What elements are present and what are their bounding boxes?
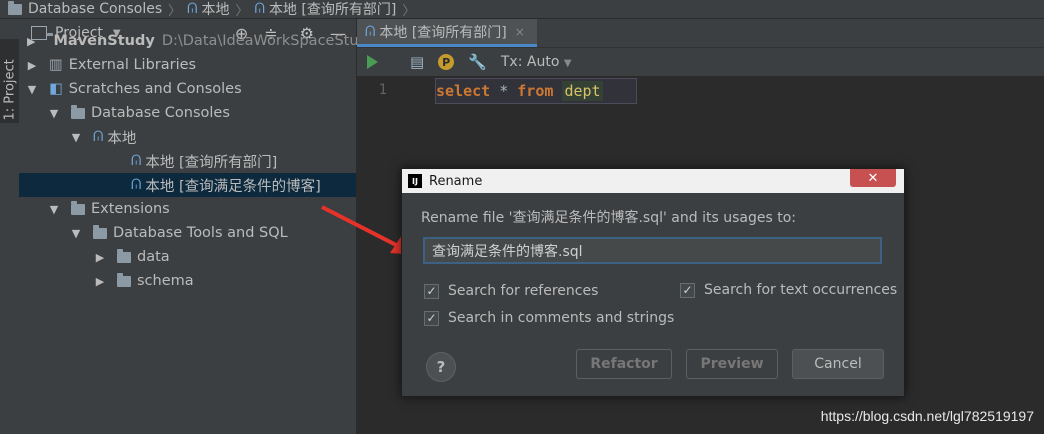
tree-item-label: 本地 xyxy=(107,130,137,147)
close-button[interactable]: ✕ xyxy=(850,169,896,187)
editor-tab-bar: ᕬ 本地 [查询所有部门] × xyxy=(357,19,1044,47)
console-icon: ᕬ xyxy=(93,129,104,145)
folder-icon xyxy=(117,272,131,287)
chevron-right-icon[interactable]: ▶ xyxy=(95,251,105,264)
console-icon: ᕬ xyxy=(187,1,198,17)
code-line[interactable]: select * from dept xyxy=(435,78,637,104)
cancel-button[interactable]: Cancel xyxy=(792,349,884,379)
editor-toolbar: ▤ P 🔧 Tx: Auto ▼ xyxy=(357,47,1044,76)
tree-item-path: D:\Data\IdeaWorkSpaceStud xyxy=(161,33,368,49)
tree-item[interactable]: ▶ MavenStudy D:\Data\IdeaWorkSpaceStud xyxy=(19,29,368,53)
search-text-checkbox[interactable]: ✓ Search for text occurrences xyxy=(680,282,897,298)
chevron-right-icon: 〉 xyxy=(235,3,249,19)
search-references-checkbox[interactable]: ✓ Search for references xyxy=(424,283,598,299)
tree-item[interactable]: ▶ schema xyxy=(19,269,356,293)
scratches-icon: ◧ xyxy=(49,81,63,97)
preview-button[interactable]: Preview xyxy=(686,349,778,379)
tree-item-label: Database Consoles xyxy=(91,105,230,121)
checkbox-icon[interactable]: ✓ xyxy=(424,283,439,299)
console-icon: ᕬ xyxy=(131,177,142,193)
wrench-icon[interactable]: 🔧 xyxy=(468,53,487,71)
folder-icon xyxy=(71,200,85,215)
checkbox-label: Search for text occurrences xyxy=(704,282,898,298)
folder-icon xyxy=(117,248,131,263)
breadcrumb-label: 本地 [查询所有部门] xyxy=(268,2,397,18)
chevron-right-icon: 〉 xyxy=(168,3,182,19)
dialog-title-bar[interactable]: IJ Rename ✕ xyxy=(402,169,904,193)
parameters-icon[interactable]: P xyxy=(438,54,455,70)
code-keyword: from xyxy=(517,82,554,100)
tree-item[interactable]: ▼ ᕬ 本地 xyxy=(19,125,356,149)
chevron-down-icon[interactable]: ▼ xyxy=(71,227,81,240)
tool-window-stripe: 1: Project xyxy=(0,19,20,434)
project-tool-tab[interactable]: 1: Project xyxy=(0,39,19,123)
tree-item-label: MavenStudy xyxy=(53,33,155,49)
tree-item[interactable]: ▼ Database Consoles xyxy=(19,101,356,125)
tree-item[interactable]: ▼ Extensions xyxy=(19,197,356,221)
code-table-name: dept xyxy=(562,81,603,101)
project-tool-tab-label: 1: Project xyxy=(2,59,18,121)
chevron-down-icon[interactable]: ▼ xyxy=(49,107,59,120)
breadcrumb-item-database-consoles[interactable]: Database Consoles xyxy=(0,0,163,17)
execute-icon[interactable] xyxy=(367,55,378,69)
project-panel: Project ▼ ⊕ ≑ ⚙ — ▶ MavenStudy D:\Data\Ide… xyxy=(19,19,368,434)
close-icon[interactable]: × xyxy=(515,25,525,39)
tree-item-label: Scratches and Consoles xyxy=(68,81,242,97)
breadcrumb-label: Database Consoles xyxy=(28,1,163,17)
new-name-field[interactable] xyxy=(423,237,882,264)
rename-dialog: IJ Rename ✕ Rename file '查询满足条件的博客.sql' … xyxy=(401,168,905,397)
folder-icon xyxy=(71,104,85,119)
tree-item-label: 本地 [查询满足条件的博客] xyxy=(145,178,321,195)
tree-item-label: Database Tools and SQL xyxy=(113,225,288,241)
chevron-right-icon: 〉 xyxy=(402,3,416,19)
editor-tab[interactable]: ᕬ 本地 [查询所有部门] × xyxy=(357,19,537,47)
chevron-right-icon[interactable]: ▶ xyxy=(27,59,37,72)
console-icon: ᕬ xyxy=(131,153,142,169)
tree-item-label: External Libraries xyxy=(68,57,197,73)
breadcrumb-item-local[interactable]: ᕬ 本地 xyxy=(187,0,230,18)
editor-tab-label: 本地 [查询所有部门] xyxy=(379,24,507,41)
dialog-title: Rename xyxy=(429,173,483,189)
checkbox-icon[interactable]: ✓ xyxy=(424,310,439,326)
tree-item[interactable]: ▶ ▥ External Libraries xyxy=(19,53,356,77)
chevron-right-icon[interactable]: ▶ xyxy=(95,275,105,288)
line-number: 1 xyxy=(378,82,387,98)
checkbox-icon[interactable]: ✓ xyxy=(680,282,695,298)
search-comments-checkbox[interactable]: ✓ Search in comments and strings xyxy=(424,310,674,326)
chevron-down-icon: ▼ xyxy=(563,58,572,69)
breadcrumb-label: 本地 xyxy=(201,2,230,18)
tree-item[interactable]: ᕬ 本地 [查询所有部门] xyxy=(19,149,356,173)
watermark-text: https://blog.csdn.net/lgl782519197 xyxy=(820,408,1034,424)
checkbox-label: Search for references xyxy=(448,283,599,299)
tx-mode-label: Tx: Auto xyxy=(500,54,560,70)
chevron-down-icon[interactable]: ▼ xyxy=(49,203,59,216)
intellij-icon: IJ xyxy=(408,174,422,188)
tree-item[interactable]: ᕬ 本地 [查询满足条件的博客] xyxy=(19,173,356,197)
code-keyword: select xyxy=(436,82,491,100)
rename-message: Rename file '查询满足条件的博客.sql' and its usag… xyxy=(421,210,796,226)
tx-mode-select[interactable]: Tx: Auto ▼ xyxy=(501,54,572,70)
chevron-right-icon[interactable]: ▶ xyxy=(27,35,35,48)
chevron-down-icon[interactable]: ▼ xyxy=(71,131,81,144)
history-icon[interactable]: ▤ xyxy=(410,53,424,71)
tree-item[interactable]: ▼ ◧ Scratches and Consoles xyxy=(19,77,356,101)
folder-icon xyxy=(8,0,22,15)
tree-item[interactable]: ▼ Database Tools and SQL xyxy=(19,221,356,245)
help-button[interactable]: ? xyxy=(426,352,456,382)
tree-item-label: Extensions xyxy=(91,201,170,217)
breadcrumb: Database Consoles 〉 ᕬ 本地 〉 ᕬ 本地 [查询所有部门]… xyxy=(0,0,1044,19)
console-icon: ᕬ xyxy=(254,1,265,17)
console-icon: ᕬ xyxy=(365,23,376,40)
tree-item-label: data xyxy=(137,249,170,265)
library-icon: ▥ xyxy=(49,57,63,73)
tree-item-label: 本地 [查询所有部门] xyxy=(145,154,278,171)
tree-item-label: schema xyxy=(137,273,194,289)
breadcrumb-item-console[interactable]: ᕬ 本地 [查询所有部门] xyxy=(254,0,397,18)
refactor-button[interactable]: Refactor xyxy=(576,349,672,379)
chevron-down-icon[interactable]: ▼ xyxy=(27,83,37,96)
checkbox-label: Search in comments and strings xyxy=(448,310,675,326)
code-operator: * xyxy=(499,82,509,100)
tree-item[interactable]: ▶ data xyxy=(19,245,356,269)
folder-icon xyxy=(93,224,107,239)
